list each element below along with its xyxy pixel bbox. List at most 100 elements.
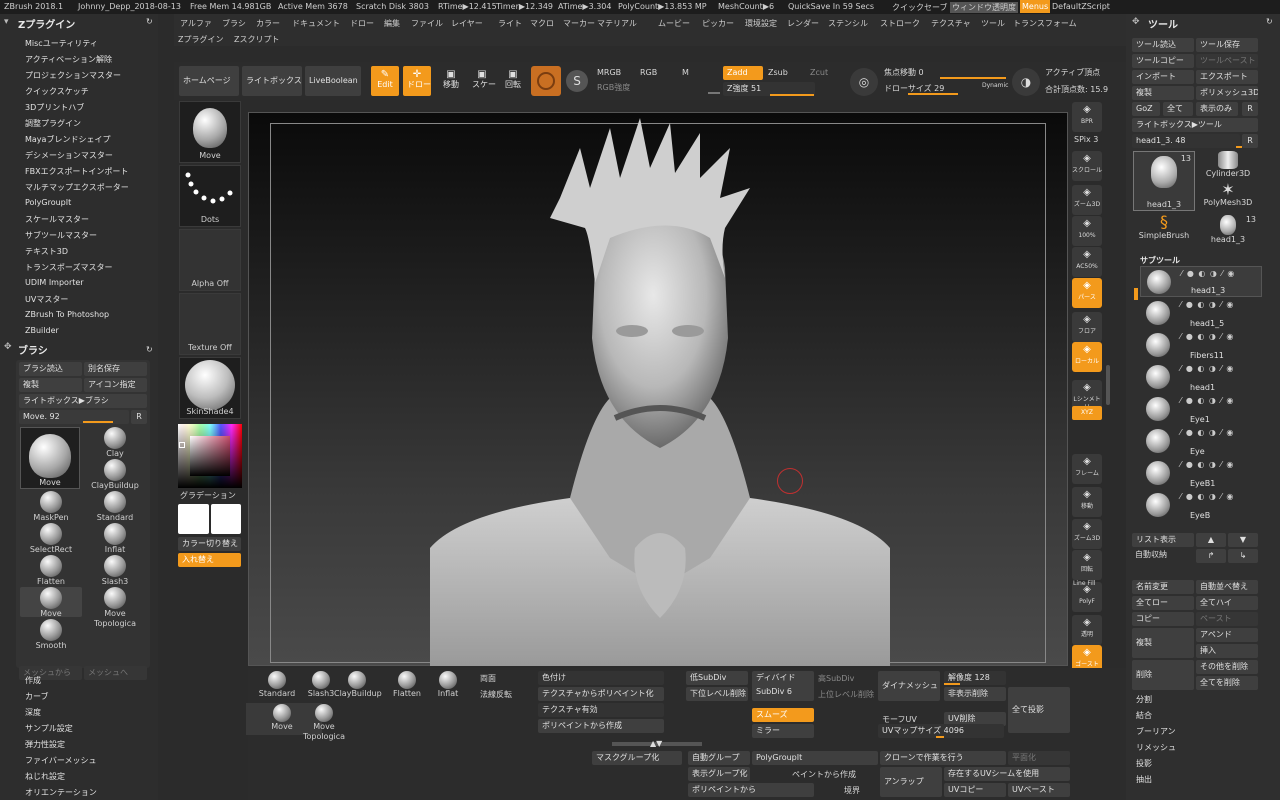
arrow-down-button[interactable]: ▼ (1228, 533, 1258, 547)
palette-section[interactable]: カーブ (25, 691, 49, 702)
palette-section[interactable]: ブーリアン (1136, 726, 1176, 737)
palette-section[interactable]: リメッシュ (1136, 742, 1176, 753)
menu-item[interactable]: 環境設定 (745, 18, 777, 29)
menu-item[interactable]: ドロー (350, 18, 374, 29)
swap-button[interactable]: 入れ替え (178, 553, 241, 567)
project-all-button[interactable]: 全て投影 (1008, 687, 1070, 733)
color-mode-icon[interactable]: S (566, 70, 588, 92)
duplicate-subtool-button[interactable]: 複製 (1132, 628, 1194, 658)
texture-on-toggle[interactable]: テクスチャ有効 (538, 703, 664, 717)
palette-section[interactable]: サンプル設定 (25, 723, 73, 734)
shelf-brush[interactable]: Standard (254, 671, 300, 701)
polygroupit-button[interactable]: PolyGroupIt (752, 751, 878, 765)
tool-thumb-cylinder[interactable]: Cylinder3D (1197, 151, 1259, 181)
double-toggle[interactable]: 両面 (480, 673, 496, 684)
plugin-item[interactable]: プロジェクションマスター (25, 70, 121, 81)
tool-thumb-head[interactable]: 13 head1_3 (1133, 151, 1195, 211)
lightbox-brush-button[interactable]: ライトボックス▶ブラシ (19, 394, 147, 408)
plugin-item[interactable]: UDIM Importer (25, 278, 84, 287)
subtool-icons[interactable]: ⁄ ● ◐ ◑ ⁄ ◉ (1180, 300, 1234, 309)
rename-button[interactable]: 名前変更 (1132, 580, 1194, 594)
subtool-icons[interactable]: ⁄ ● ◐ ◑ ⁄ ◉ (1180, 364, 1234, 373)
visible-group-button[interactable]: 表示グループ化 (688, 767, 750, 781)
quick-save-button[interactable]: クイックセーブ (892, 2, 948, 13)
shelf-button[interactable]: ◈ AC50% (1072, 247, 1102, 277)
brush-tile[interactable]: Move (20, 587, 82, 618)
palette-section[interactable]: 結合 (1136, 710, 1152, 721)
menu-item[interactable]: カラー (256, 18, 280, 29)
scale-mode-button[interactable]: ▣ スケール (468, 66, 496, 96)
dynamesh-button[interactable]: ダイナメッシュ (878, 671, 940, 701)
palette-section[interactable]: ファイバーメッシュ (25, 755, 97, 766)
shelf-button[interactable]: ◈ 回転 (1072, 550, 1102, 580)
menu-item[interactable]: 編集 (384, 18, 400, 29)
brush-tile[interactable]: Move Topologica (84, 587, 146, 628)
zcut-toggle[interactable]: Zcut (810, 68, 828, 77)
sculpted-bust-model[interactable] (420, 118, 900, 666)
zplugin-title[interactable]: Zプラグイン (18, 16, 75, 31)
menu-item[interactable]: ライト (498, 18, 522, 29)
zsub-toggle[interactable]: Zsub (768, 68, 788, 77)
goz-button[interactable]: GoZ (1132, 102, 1160, 116)
brush-thumb[interactable]: Move (179, 101, 241, 163)
plugin-item[interactable]: サブツールマスター (25, 230, 97, 241)
icon-assign-button[interactable]: アイコン指定 (84, 378, 147, 392)
menu-item[interactable]: アルファ (180, 18, 212, 29)
brush-tile[interactable]: ClayBuildup (84, 459, 146, 490)
brush-tile[interactable]: MaskPen (20, 491, 82, 522)
brush-load-button[interactable]: ブラシ読込 (19, 362, 82, 376)
main-color-swatch[interactable] (178, 504, 209, 534)
move-mode-button[interactable]: ▣ 移動 (437, 66, 465, 96)
subtool-row[interactable]: ⁄ ● ◐ ◑ ⁄ ◉ Eye (1140, 426, 1262, 457)
mrgb-toggle[interactable]: MRGB (597, 68, 621, 77)
save-tool-button[interactable]: ツール保存 (1196, 38, 1258, 52)
plugin-item[interactable]: クイックスケッチ (25, 86, 89, 97)
auto-collapse-toggle[interactable]: 自動収納 (1135, 549, 1167, 560)
subtool-icons[interactable]: ⁄ ● ◐ ◑ ⁄ ◉ (1180, 332, 1234, 341)
shelf-brush[interactable]: Inflat (425, 671, 471, 701)
copy-tool-button[interactable]: ツールコピー (1132, 54, 1194, 68)
append-button[interactable]: アペンド (1196, 628, 1258, 642)
mask-group-button[interactable]: マスクグループ化 (592, 751, 682, 765)
brush-title[interactable]: ブラシ (18, 342, 48, 357)
uv-copy-button[interactable]: UVコピー (944, 783, 1006, 797)
brush-tile[interactable]: Flatten (20, 555, 82, 586)
current-brush-thumb[interactable]: Move (20, 427, 80, 489)
rgb-intensity-slider[interactable]: RGB強度 (597, 82, 630, 93)
brush-tile[interactable]: Slash3 (84, 555, 146, 586)
lightbox-tool-button[interactable]: ライトボックス▶ツール (1132, 118, 1258, 132)
list-all-button[interactable]: リスト表示 (1132, 533, 1194, 547)
paste-subtool-button[interactable]: ペースト (1196, 612, 1258, 626)
shelf-button[interactable]: ◈ パース (1072, 278, 1102, 308)
shelf-brush[interactable]: ClayBuildup (334, 671, 382, 701)
plugin-item[interactable]: ZBrush To Photoshop (25, 310, 109, 319)
color-picker-square[interactable] (190, 436, 230, 476)
palette-section[interactable]: 弾力性設定 (25, 739, 65, 750)
move-down-button[interactable]: ↳ (1228, 549, 1258, 563)
menu-item[interactable]: Zスクリプト (234, 34, 279, 45)
current-tool-slider[interactable]: head1_3. 48 (1132, 134, 1240, 148)
subtool-row[interactable]: ⁄ ● ◐ ◑ ⁄ ◉ head1_5 (1140, 298, 1262, 329)
alpha-thumb[interactable]: Alpha Off (179, 229, 241, 291)
subtool-row[interactable]: ⁄ ● ◐ ◑ ⁄ ◉ Fibers11 (1140, 330, 1262, 361)
menu-item[interactable]: マテリアル (597, 18, 637, 29)
mirror-button[interactable]: ミラー (752, 724, 814, 738)
arrow-up-button[interactable]: ▲ (1196, 533, 1226, 547)
subtool-icons[interactable]: ⁄ ● ◐ ◑ ⁄ ◉ (1180, 396, 1234, 405)
clone-button[interactable]: 複製 (1132, 86, 1194, 100)
all-high-button[interactable]: 全てハイ (1196, 596, 1258, 610)
collapse-icon[interactable]: ▾ (4, 17, 9, 27)
delete-other-button[interactable]: その他を削除 (1196, 660, 1258, 674)
load-tool-button[interactable]: ツール読込 (1132, 38, 1194, 52)
plugin-item[interactable]: ZBuilder (25, 326, 59, 335)
brush-reset-button[interactable]: R (131, 410, 147, 424)
move-handle-icon[interactable]: ✥ (4, 342, 12, 352)
subtool-row[interactable]: ⁄ ● ◐ ◑ ⁄ ◉ EyeB (1140, 490, 1262, 521)
plugin-item[interactable]: テキスト3D (25, 246, 68, 257)
goz-r-button[interactable]: R (1242, 102, 1258, 116)
brush-tile[interactable]: SelectRect (20, 523, 82, 554)
export-button[interactable]: エクスポート (1196, 70, 1258, 84)
delete-subtool-button[interactable]: 削除 (1132, 660, 1194, 690)
menu-item[interactable]: マーカー (563, 18, 595, 29)
draw-button[interactable]: ✛ ドロー (403, 66, 431, 96)
